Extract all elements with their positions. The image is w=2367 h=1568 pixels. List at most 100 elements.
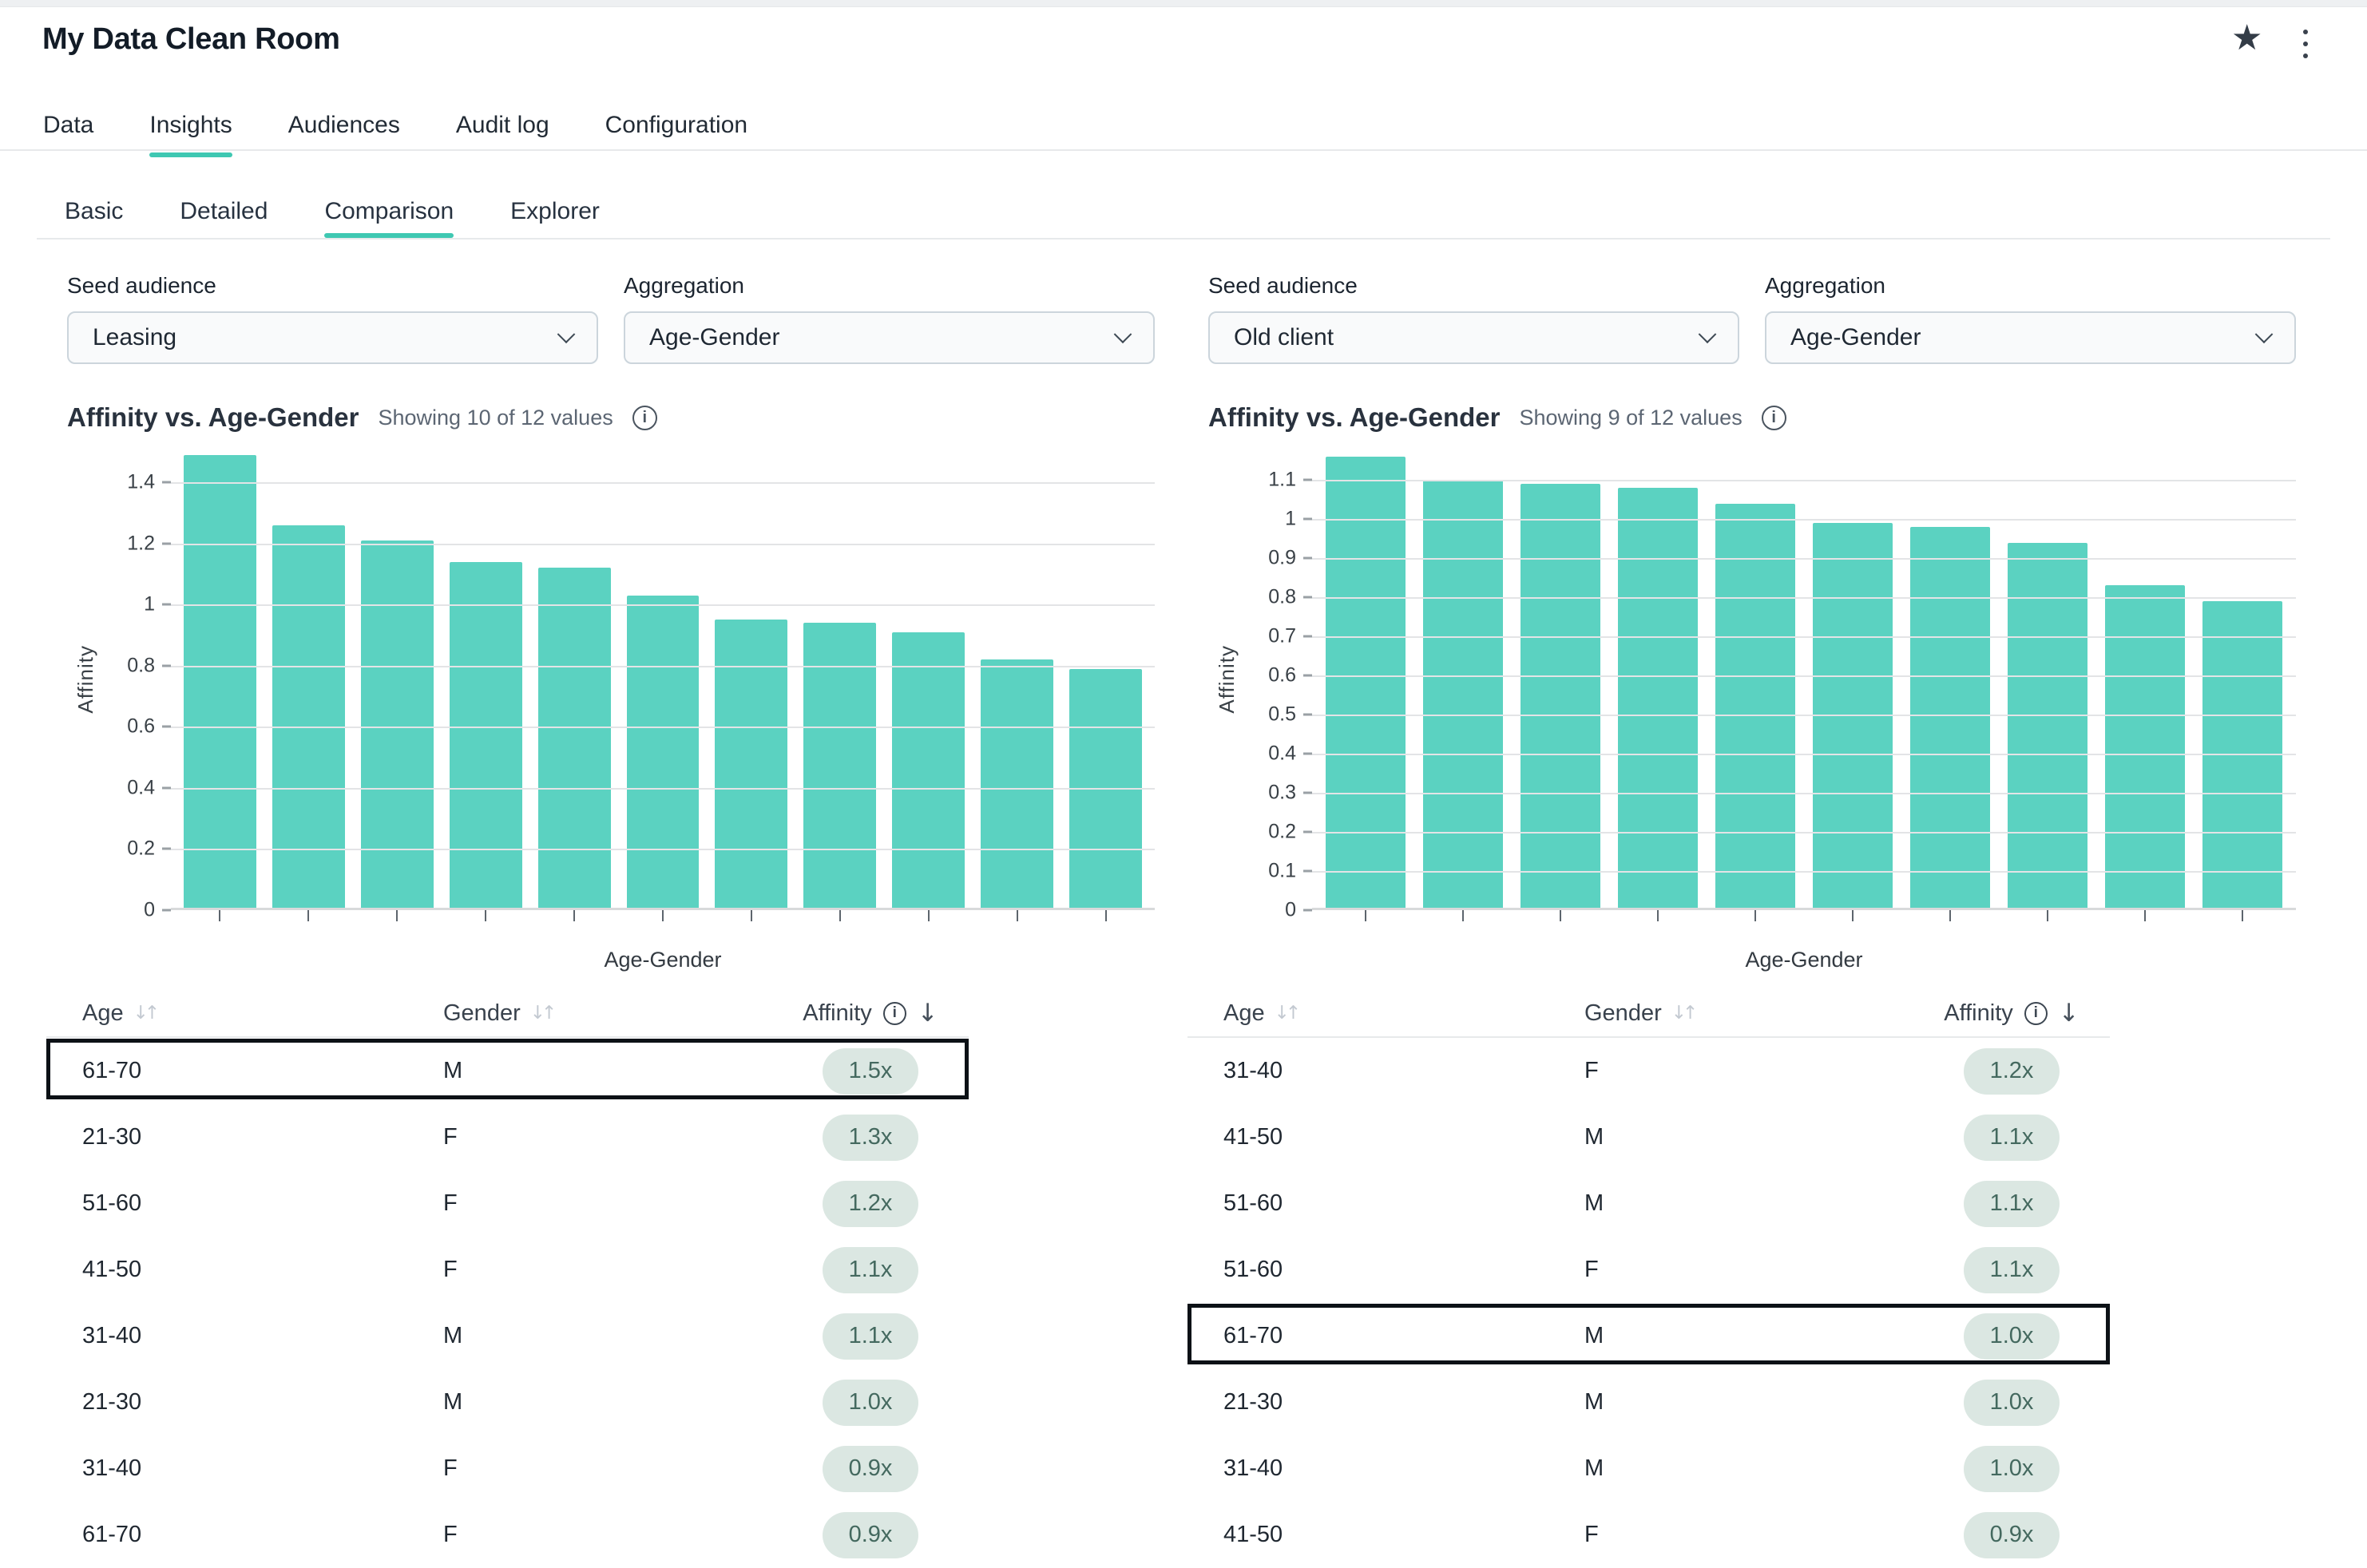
bar-slot [353,449,442,910]
affinity-bar[interactable] [892,632,965,910]
affinity-bar[interactable] [1910,527,1990,910]
table-row[interactable]: 51-60F1.1x [1187,1237,2110,1303]
info-icon[interactable]: i [1762,406,1786,430]
table-row-highlighted[interactable]: 61-70M1.0x [1187,1303,2110,1369]
seed-audience-select[interactable]: Old client [1208,311,1739,364]
gender-cell: F [443,1190,772,1217]
info-icon[interactable]: i [632,406,657,430]
page-title: My Data Clean Room [42,22,340,57]
gender-cell: M [1584,1190,1913,1217]
table-row[interactable]: 31-40F0.9x [46,1435,969,1502]
y-tick-1.1: 1.1 [1268,469,1312,492]
tab-audit-log[interactable]: Audit log [456,111,549,149]
age-cell: 61-70 [82,1058,443,1084]
affinity-cell: 0.9x [1913,1512,2110,1558]
gridline [171,849,1155,850]
affinity-bar[interactable] [2202,601,2282,910]
affinity-bar[interactable] [450,562,522,910]
affinity-bar[interactable] [184,455,256,910]
affinity-bar[interactable] [1326,457,1406,910]
table-row[interactable]: 21-30F1.3x [46,1104,969,1170]
info-icon[interactable]: i [883,1002,906,1025]
table-row[interactable]: 41-50M1.1x [1187,1104,2110,1170]
chart-subtitle: Showing 10 of 12 values [379,406,613,430]
sort-toggle-icon[interactable]: ↓↑ [1275,1003,1302,1024]
subtab-detailed[interactable]: Detailed [180,196,268,227]
seed-audience-select[interactable]: Leasing [67,311,598,364]
sort-toggle-icon[interactable]: ↓↑ [530,1003,557,1024]
affinity-bar[interactable] [272,525,345,910]
bar-slot [619,449,708,910]
gender-cell: M [443,1389,772,1416]
sort-descending-icon[interactable]: ↓ [918,999,938,1028]
affinity-bar[interactable] [2105,585,2185,910]
x-tick [2096,910,2194,924]
tab-audiences[interactable]: Audiences [288,111,400,149]
affinity-badge: 1.0x [823,1380,919,1426]
table-row-highlighted[interactable]: 61-70M1.5x [46,1038,969,1104]
sort-toggle-icon[interactable]: ↓↑ [1671,1003,1699,1024]
affinity-bar[interactable] [361,540,434,910]
x-tick [973,910,1061,924]
column-header-affinity[interactable]: Affinity i ↓ [1913,999,2110,1028]
info-icon[interactable]: i [2024,1002,2048,1025]
affinity-bar[interactable] [715,620,787,910]
affinity-bar[interactable] [1715,504,1795,910]
column-header-affinity[interactable]: Affinity i ↓ [772,999,969,1028]
favorite-star-icon[interactable]: ★ [2231,21,2262,56]
tab-data[interactable]: Data [43,111,93,149]
affinity-cell: 1.0x [1913,1313,2110,1360]
sort-descending-icon[interactable]: ↓ [2059,999,2080,1028]
age-cell: 41-50 [82,1257,443,1283]
table-row[interactable]: 51-60M1.1x [1187,1170,2110,1237]
table-row[interactable]: 41-50F0.9x [1187,1502,2110,1568]
aggregation-select[interactable]: Age-Gender [1765,311,2296,364]
aggregation-control: Aggregation Age-Gender [1765,273,2296,364]
y-tick-0.1: 0.1 [1268,860,1312,883]
column-header-age[interactable]: Age↓↑ [82,1000,443,1027]
y-tick-0.2: 0.2 [127,837,171,861]
affinity-bar[interactable] [538,568,611,910]
tab-insights[interactable]: Insights [149,111,232,149]
aggregation-select[interactable]: Age-Gender [624,311,1155,364]
table-row[interactable]: 21-30M1.0x [1187,1369,2110,1435]
affinity-bar[interactable] [627,596,700,910]
subtab-comparison[interactable]: Comparison [324,196,454,227]
x-tick [530,910,619,924]
gridline [171,604,1155,606]
table-header: Age↓↑ Gender↓↑ Affinity i ↓ [46,990,969,1038]
affinity-cell: 0.9x [772,1446,969,1492]
table-row[interactable]: 41-50F1.1x [46,1237,969,1303]
x-tick [176,910,264,924]
affinity-bar[interactable] [1618,488,1698,910]
table-row[interactable]: 31-40M1.0x [1187,1435,2110,1502]
insights-subtabs: Basic Detailed Comparison Explorer [37,190,2330,240]
table-row[interactable]: 31-40F1.2x [1187,1038,2110,1104]
affinity-bar[interactable] [1423,480,1503,910]
more-options-kebab-icon[interactable] [2303,30,2308,58]
table-row[interactable]: 51-60F1.2x [46,1170,969,1237]
sort-toggle-icon[interactable]: ↓↑ [133,1003,161,1024]
gender-cell: F [443,1124,772,1150]
affinity-badge: 1.1x [1964,1115,2060,1161]
affinity-bar[interactable] [1813,523,1893,910]
affinity-bar[interactable] [1521,484,1600,910]
gender-cell: F [443,1522,772,1548]
table-row[interactable]: 21-30M1.0x [46,1369,969,1435]
bar-slot [1609,449,1707,910]
affinity-bar[interactable] [981,659,1053,910]
column-header-gender[interactable]: Gender↓↑ [1584,1000,1913,1027]
x-axis-tick-marks [171,910,1155,924]
tab-configuration[interactable]: Configuration [605,111,747,149]
x-tick [884,910,973,924]
x-tick [1317,910,1414,924]
column-header-age[interactable]: Age↓↑ [1223,1000,1584,1027]
affinity-badge: 1.5x [823,1048,919,1095]
gender-cell: F [1584,1522,1913,1548]
table-body: 31-40F1.2x41-50M1.1x51-60M1.1x51-60F1.1x… [1187,1038,2110,1568]
table-row[interactable]: 61-70F0.9x [46,1502,969,1568]
column-header-gender[interactable]: Gender↓↑ [443,1000,772,1027]
subtab-explorer[interactable]: Explorer [510,196,600,227]
table-row[interactable]: 31-40M1.1x [46,1303,969,1369]
subtab-basic[interactable]: Basic [65,196,123,227]
